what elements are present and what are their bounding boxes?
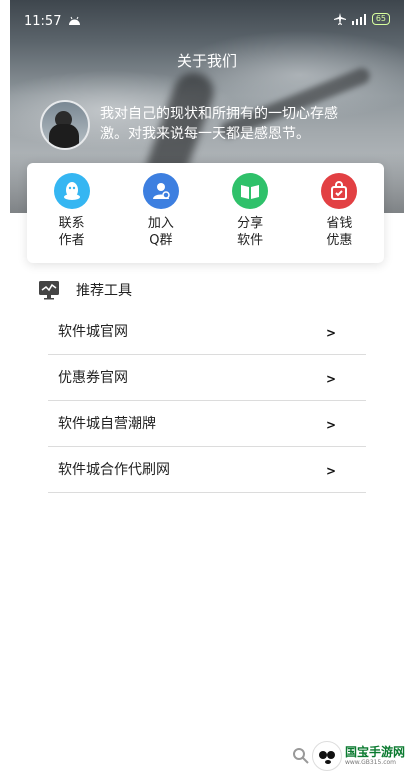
- chevron-right-icon: >: [325, 418, 336, 432]
- chevron-right-icon: >: [325, 326, 336, 340]
- tools-list: 软件城官网 > 优惠券官网 > 软件城自营潮牌 > 软件城合作代刷网 >: [48, 309, 366, 493]
- save-money-button[interactable]: 省钱 优惠: [304, 173, 374, 249]
- list-item[interactable]: 软件城自营潮牌 >: [48, 401, 366, 447]
- status-bar: 11:57 65: [10, 0, 404, 44]
- profile-motto: 我对自己的现状和所拥有的一切心存感 激。对我来说每一天都是感恩节。: [100, 104, 390, 144]
- status-time: 11:57: [24, 14, 62, 29]
- airplane-mode-icon: [333, 13, 346, 25]
- avatar[interactable]: [40, 100, 90, 150]
- motto-line: 我对自己的现状和所拥有的一切心存感: [100, 106, 338, 122]
- list-item[interactable]: 优惠券官网 >: [48, 355, 366, 401]
- card-label: 分享 软件: [237, 216, 264, 248]
- search-icon: [292, 748, 309, 764]
- motto-line: 激。对我来说每一天都是感恩节。: [100, 126, 310, 142]
- group-user-icon: [142, 173, 179, 209]
- card-label: 加入 Q群: [147, 216, 174, 248]
- list-item-label: 优惠券官网: [58, 370, 128, 386]
- card-label: 省钱 优惠: [326, 216, 353, 248]
- watermark-title: 国宝手游网: [344, 745, 405, 759]
- tools-section-header: 推荐工具: [38, 280, 132, 300]
- chevron-right-icon: >: [325, 464, 336, 478]
- list-item[interactable]: 软件城官网 >: [48, 309, 366, 355]
- list-item-label: 软件城自营潮牌: [58, 416, 156, 432]
- list-item-label: 软件城合作代刷网: [58, 462, 170, 478]
- card-label: 联系 作者: [58, 216, 85, 248]
- site-watermark: 国宝手游网 www.GB315.com: [285, 739, 405, 773]
- watermark-text: 国宝手游网 www.GB315.com: [345, 745, 405, 767]
- watermark-url: www.GB315.com: [344, 759, 397, 766]
- qq-penguin-icon: [53, 173, 90, 209]
- battery-icon: 65: [371, 13, 390, 25]
- action-card: 联系 作者 加入 Q群 分享 软件 省钱 优惠: [27, 163, 384, 263]
- signal-icon: [351, 13, 366, 25]
- chevron-right-icon: >: [325, 372, 336, 386]
- list-item-label: 软件城官网: [58, 324, 128, 340]
- status-indicators: 65: [333, 13, 390, 25]
- join-qq-group-button[interactable]: 加入 Q群: [126, 173, 196, 249]
- android-icon: [69, 16, 80, 25]
- share-software-button[interactable]: 分享 软件: [215, 173, 285, 249]
- shopping-bag-icon: [321, 173, 358, 209]
- section-title: 推荐工具: [76, 283, 132, 299]
- monitor-chart-icon: [39, 281, 59, 300]
- contact-author-button[interactable]: 联系 作者: [37, 173, 107, 249]
- book-share-icon: [232, 173, 269, 209]
- avatar-figure: [49, 124, 79, 148]
- page-title: 关于我们: [176, 52, 237, 70]
- list-item[interactable]: 软件城合作代刷网 >: [48, 447, 366, 493]
- panda-logo-icon: [311, 741, 342, 771]
